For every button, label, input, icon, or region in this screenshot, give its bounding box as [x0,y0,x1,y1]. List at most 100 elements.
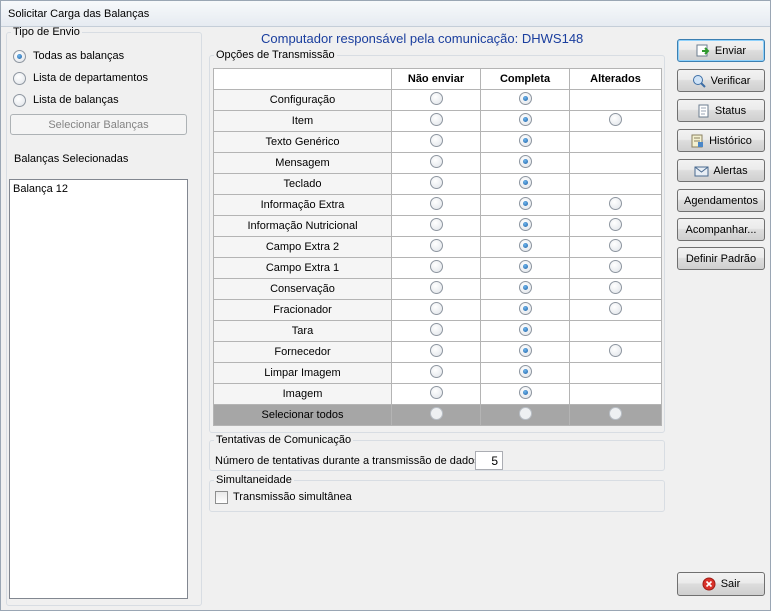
option-radio[interactable] [518,323,532,336]
option-radio[interactable] [429,365,443,378]
acompanhar-button[interactable]: Acompanhar... [677,218,765,241]
transmission-grid: Não enviar Completa Alterados Configuraç… [213,68,662,426]
grid-cell [391,257,481,279]
grid-cell [480,362,570,384]
radio-button[interactable] [13,71,26,85]
option-radio[interactable] [518,155,532,168]
option-radio[interactable] [429,134,443,147]
option-radio[interactable] [609,197,622,210]
simultanea-checkbox[interactable] [215,491,228,504]
option-radio[interactable] [518,197,532,210]
grid-row: Fracionador [213,299,662,321]
status-button[interactable]: Status [677,99,765,122]
option-radio[interactable] [609,239,622,252]
grid-cell [480,236,570,258]
grid-cell [480,110,570,132]
grid-cell [391,89,481,111]
option-radio[interactable] [429,197,443,210]
verificar-label: Verificar [710,74,751,87]
grid-row: Imagem [213,383,662,405]
select-all-radio[interactable] [609,407,622,420]
option-radio[interactable] [429,92,443,105]
option-radio[interactable] [518,260,532,273]
window-title: Solicitar Carga das Balanças [8,8,150,20]
grid-row: Campo Extra 2 [213,236,662,258]
select-all-radio[interactable] [518,407,532,420]
selected-scales-list[interactable]: Balança 12 [9,179,188,599]
grid-row: Fornecedor [213,341,662,363]
option-radio[interactable] [429,344,443,357]
option-radio[interactable] [429,239,443,252]
grid-cell [569,194,662,216]
grid-cell [569,341,662,363]
option-radio[interactable] [609,113,622,126]
tentativas-input[interactable]: 5 [475,451,503,470]
option-radio[interactable] [518,386,532,399]
option-radio[interactable] [429,260,443,273]
select-scales-button[interactable]: Selecionar Balanças [10,114,187,135]
grid-cell [569,278,662,300]
option-radio[interactable] [429,386,443,399]
list-item[interactable]: Balança 12 [10,180,187,198]
option-radio[interactable] [429,218,443,231]
grid-cell [391,110,481,132]
option-radio[interactable] [518,239,532,252]
option-radio[interactable] [518,365,532,378]
grid-cell [391,383,481,405]
grid-cell [480,278,570,300]
row-label: Informação Extra [213,194,392,216]
grid-row: Tara [213,320,662,342]
option-radio[interactable] [609,260,622,273]
option-radio[interactable] [518,134,532,147]
option-radio[interactable] [429,323,443,336]
option-radio[interactable] [429,302,443,315]
column-header-alterados: Alterados [569,68,662,90]
grid-cell [391,173,481,195]
radio-lista-departamentos[interactable]: Lista de departamentos [13,70,148,86]
verificar-button[interactable]: Verificar [677,69,765,92]
radio-lista-balancas[interactable]: Lista de balanças [13,92,119,108]
grid-cell [569,383,662,405]
select-all-cell [569,404,662,426]
option-radio[interactable] [609,344,622,357]
row-label: Campo Extra 1 [213,257,392,279]
option-radio[interactable] [518,218,532,231]
option-radio[interactable] [518,92,532,105]
option-radio[interactable] [429,176,443,189]
radio-button[interactable] [13,93,26,107]
sair-button[interactable]: Sair [677,572,765,596]
row-label: Tara [213,320,392,342]
option-radio[interactable] [429,155,443,168]
status-label: Status [714,104,747,117]
grid-cell [391,152,481,174]
grid-cell [569,257,662,279]
enviar-button[interactable]: Enviar [677,39,765,62]
option-radio[interactable] [518,302,532,315]
option-radio[interactable] [518,176,532,189]
option-radio[interactable] [609,218,622,231]
row-label: Imagem [213,383,392,405]
title-bar: Solicitar Carga das Balanças [1,1,770,27]
alertas-button[interactable]: Alertas [677,159,765,182]
selected-scales-label: Balanças Selecionadas [14,153,129,165]
radio-button[interactable] [13,49,26,63]
option-radio[interactable] [518,344,532,357]
option-radio[interactable] [518,113,532,126]
row-label: Item [213,110,392,132]
radio-label: Lista de balanças [33,94,119,106]
grid-cell [569,362,662,384]
historico-button[interactable]: Histórico [677,129,765,152]
option-radio[interactable] [429,113,443,126]
select-all-radio[interactable] [429,407,443,420]
option-radio[interactable] [518,281,532,294]
radio-todas-balancas[interactable]: Todas as balanças [13,48,124,64]
row-label: Teclado [213,173,392,195]
option-radio[interactable] [609,302,622,315]
grid-cell [480,320,570,342]
agendamentos-button[interactable]: Agendamentos [677,189,765,212]
select-all-label: Selecionar todos [213,404,392,426]
column-header-completa: Completa [480,68,570,90]
option-radio[interactable] [609,281,622,294]
option-radio[interactable] [429,281,443,294]
definir-padrao-button[interactable]: Definir Padrão [677,247,765,270]
